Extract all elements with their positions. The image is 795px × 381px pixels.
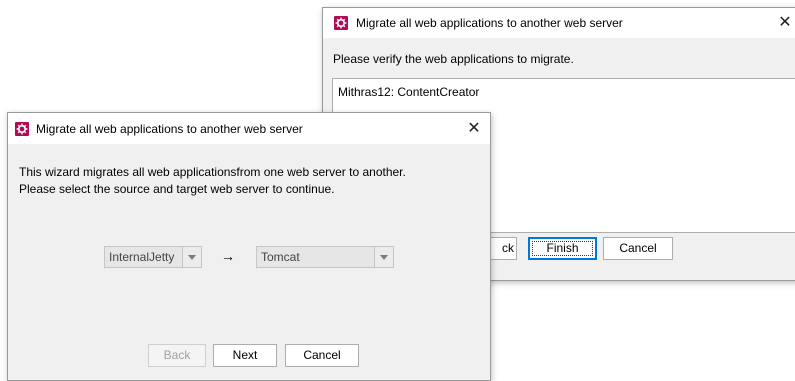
select-server-dialog-titlebar[interactable]: Migrate all web applications to another …: [8, 113, 490, 143]
chevron-down-icon[interactable]: [374, 247, 393, 267]
arrow-right-icon: →: [221, 248, 235, 264]
back-button[interactable]: Back: [148, 344, 206, 367]
close-icon[interactable]: ✕: [775, 13, 795, 33]
verify-dialog-title: Migrate all web applications to another …: [356, 16, 623, 30]
cancel-button[interactable]: Cancel: [285, 344, 359, 367]
target-server-value: Tomcat: [261, 250, 300, 264]
list-item[interactable]: Mithras12: ContentCreator: [338, 85, 479, 99]
gear-icon: [334, 16, 348, 30]
finish-button[interactable]: Finish: [528, 237, 597, 260]
verify-instruction: Please verify the web applications to mi…: [333, 52, 574, 66]
wizard-description-line-2: Please select the source and target web …: [19, 182, 335, 196]
target-server-select[interactable]: Tomcat: [256, 246, 394, 268]
source-server-value: InternalJetty: [109, 250, 175, 264]
wizard-description-line-1: This wizard migrates all web application…: [19, 165, 406, 179]
finish-button-label: Finish: [546, 241, 579, 255]
cancel-button[interactable]: Cancel: [603, 237, 673, 260]
close-icon[interactable]: ✕: [464, 119, 484, 139]
verify-dialog-titlebar[interactable]: Migrate all web applications to another …: [323, 8, 795, 38]
chevron-down-icon[interactable]: [182, 247, 201, 267]
source-server-select[interactable]: InternalJetty: [104, 246, 202, 268]
select-server-dialog: Migrate all web applications to another …: [7, 112, 491, 381]
gear-icon: [15, 122, 29, 136]
select-server-dialog-body: This wizard migrates all web application…: [8, 144, 490, 380]
next-button[interactable]: Next: [213, 344, 277, 367]
select-server-dialog-title: Migrate all web applications to another …: [36, 122, 303, 136]
